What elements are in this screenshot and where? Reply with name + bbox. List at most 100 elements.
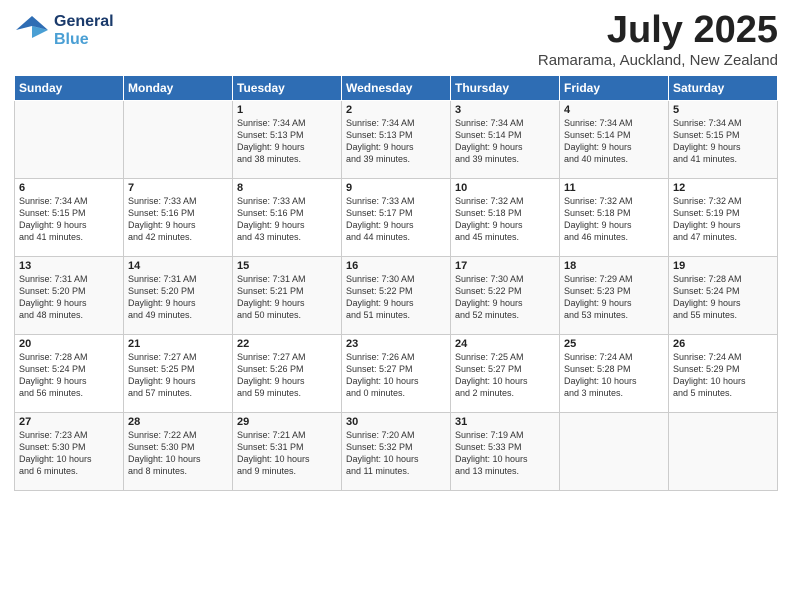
calendar-cell: 19Sunrise: 7:28 AM Sunset: 5:24 PM Dayli… [669, 256, 778, 334]
cell-info: Sunrise: 7:24 AM Sunset: 5:29 PM Dayligh… [673, 351, 773, 400]
calendar-cell: 11Sunrise: 7:32 AM Sunset: 5:18 PM Dayli… [560, 178, 669, 256]
calendar-cell: 6Sunrise: 7:34 AM Sunset: 5:15 PM Daylig… [15, 178, 124, 256]
cell-info: Sunrise: 7:31 AM Sunset: 5:20 PM Dayligh… [19, 273, 119, 322]
day-number: 16 [346, 260, 446, 272]
cell-info: Sunrise: 7:33 AM Sunset: 5:17 PM Dayligh… [346, 195, 446, 244]
cell-info: Sunrise: 7:34 AM Sunset: 5:15 PM Dayligh… [673, 117, 773, 166]
calendar-cell [560, 412, 669, 490]
calendar-cell: 29Sunrise: 7:21 AM Sunset: 5:31 PM Dayli… [233, 412, 342, 490]
day-header-monday: Monday [124, 75, 233, 100]
day-number: 7 [128, 182, 228, 194]
calendar-cell: 8Sunrise: 7:33 AM Sunset: 5:16 PM Daylig… [233, 178, 342, 256]
calendar-cell: 5Sunrise: 7:34 AM Sunset: 5:15 PM Daylig… [669, 100, 778, 178]
day-number: 20 [19, 338, 119, 350]
calendar-cell [124, 100, 233, 178]
calendar-cell [15, 100, 124, 178]
day-number: 1 [237, 104, 337, 116]
day-number: 25 [564, 338, 664, 350]
calendar-cell: 16Sunrise: 7:30 AM Sunset: 5:22 PM Dayli… [342, 256, 451, 334]
cell-info: Sunrise: 7:25 AM Sunset: 5:27 PM Dayligh… [455, 351, 555, 400]
calendar-cell: 27Sunrise: 7:23 AM Sunset: 5:30 PM Dayli… [15, 412, 124, 490]
cell-info: Sunrise: 7:34 AM Sunset: 5:14 PM Dayligh… [564, 117, 664, 166]
day-number: 13 [19, 260, 119, 272]
calendar-week-row: 6Sunrise: 7:34 AM Sunset: 5:15 PM Daylig… [15, 178, 778, 256]
day-header-saturday: Saturday [669, 75, 778, 100]
day-number: 4 [564, 104, 664, 116]
day-number: 11 [564, 182, 664, 194]
day-number: 17 [455, 260, 555, 272]
day-number: 14 [128, 260, 228, 272]
day-number: 27 [19, 416, 119, 428]
day-number: 15 [237, 260, 337, 272]
calendar-cell: 10Sunrise: 7:32 AM Sunset: 5:18 PM Dayli… [451, 178, 560, 256]
logo: General Blue [14, 10, 114, 52]
day-number: 10 [455, 182, 555, 194]
calendar-cell: 30Sunrise: 7:20 AM Sunset: 5:32 PM Dayli… [342, 412, 451, 490]
cell-info: Sunrise: 7:28 AM Sunset: 5:24 PM Dayligh… [673, 273, 773, 322]
title-block: July 2025 Ramarama, Auckland, New Zealan… [538, 10, 778, 69]
calendar-cell: 3Sunrise: 7:34 AM Sunset: 5:14 PM Daylig… [451, 100, 560, 178]
calendar-cell: 12Sunrise: 7:32 AM Sunset: 5:19 PM Dayli… [669, 178, 778, 256]
calendar-cell: 15Sunrise: 7:31 AM Sunset: 5:21 PM Dayli… [233, 256, 342, 334]
cell-info: Sunrise: 7:23 AM Sunset: 5:30 PM Dayligh… [19, 429, 119, 478]
calendar-cell: 25Sunrise: 7:24 AM Sunset: 5:28 PM Dayli… [560, 334, 669, 412]
cell-info: Sunrise: 7:34 AM Sunset: 5:15 PM Dayligh… [19, 195, 119, 244]
day-header-thursday: Thursday [451, 75, 560, 100]
cell-info: Sunrise: 7:19 AM Sunset: 5:33 PM Dayligh… [455, 429, 555, 478]
logo-text-general: General [54, 13, 114, 31]
cell-info: Sunrise: 7:34 AM Sunset: 5:13 PM Dayligh… [346, 117, 446, 166]
calendar-week-row: 13Sunrise: 7:31 AM Sunset: 5:20 PM Dayli… [15, 256, 778, 334]
calendar-cell: 14Sunrise: 7:31 AM Sunset: 5:20 PM Dayli… [124, 256, 233, 334]
calendar-header-row: SundayMondayTuesdayWednesdayThursdayFrid… [15, 75, 778, 100]
calendar-cell: 13Sunrise: 7:31 AM Sunset: 5:20 PM Dayli… [15, 256, 124, 334]
calendar-cell: 21Sunrise: 7:27 AM Sunset: 5:25 PM Dayli… [124, 334, 233, 412]
calendar-cell: 9Sunrise: 7:33 AM Sunset: 5:17 PM Daylig… [342, 178, 451, 256]
day-number: 23 [346, 338, 446, 350]
calendar-cell: 4Sunrise: 7:34 AM Sunset: 5:14 PM Daylig… [560, 100, 669, 178]
cell-info: Sunrise: 7:33 AM Sunset: 5:16 PM Dayligh… [237, 195, 337, 244]
cell-info: Sunrise: 7:24 AM Sunset: 5:28 PM Dayligh… [564, 351, 664, 400]
month-title: July 2025 [538, 10, 778, 52]
day-number: 24 [455, 338, 555, 350]
day-header-sunday: Sunday [15, 75, 124, 100]
logo-text-blue: Blue [54, 31, 114, 49]
day-number: 31 [455, 416, 555, 428]
calendar-cell: 26Sunrise: 7:24 AM Sunset: 5:29 PM Dayli… [669, 334, 778, 412]
calendar-cell [669, 412, 778, 490]
day-header-wednesday: Wednesday [342, 75, 451, 100]
cell-info: Sunrise: 7:33 AM Sunset: 5:16 PM Dayligh… [128, 195, 228, 244]
cell-info: Sunrise: 7:30 AM Sunset: 5:22 PM Dayligh… [346, 273, 446, 322]
day-number: 3 [455, 104, 555, 116]
page-container: General Blue July 2025 Ramarama, Aucklan… [0, 0, 792, 612]
day-number: 9 [346, 182, 446, 194]
cell-info: Sunrise: 7:27 AM Sunset: 5:26 PM Dayligh… [237, 351, 337, 400]
cell-info: Sunrise: 7:32 AM Sunset: 5:18 PM Dayligh… [564, 195, 664, 244]
cell-info: Sunrise: 7:22 AM Sunset: 5:30 PM Dayligh… [128, 429, 228, 478]
day-number: 8 [237, 182, 337, 194]
day-number: 21 [128, 338, 228, 350]
cell-info: Sunrise: 7:34 AM Sunset: 5:14 PM Dayligh… [455, 117, 555, 166]
calendar-week-row: 1Sunrise: 7:34 AM Sunset: 5:13 PM Daylig… [15, 100, 778, 178]
calendar-cell: 18Sunrise: 7:29 AM Sunset: 5:23 PM Dayli… [560, 256, 669, 334]
cell-info: Sunrise: 7:20 AM Sunset: 5:32 PM Dayligh… [346, 429, 446, 478]
cell-info: Sunrise: 7:30 AM Sunset: 5:22 PM Dayligh… [455, 273, 555, 322]
day-number: 26 [673, 338, 773, 350]
calendar-week-row: 27Sunrise: 7:23 AM Sunset: 5:30 PM Dayli… [15, 412, 778, 490]
day-number: 12 [673, 182, 773, 194]
cell-info: Sunrise: 7:29 AM Sunset: 5:23 PM Dayligh… [564, 273, 664, 322]
cell-info: Sunrise: 7:28 AM Sunset: 5:24 PM Dayligh… [19, 351, 119, 400]
day-number: 5 [673, 104, 773, 116]
calendar-cell: 17Sunrise: 7:30 AM Sunset: 5:22 PM Dayli… [451, 256, 560, 334]
calendar-cell: 2Sunrise: 7:34 AM Sunset: 5:13 PM Daylig… [342, 100, 451, 178]
calendar-week-row: 20Sunrise: 7:28 AM Sunset: 5:24 PM Dayli… [15, 334, 778, 412]
day-header-tuesday: Tuesday [233, 75, 342, 100]
day-number: 18 [564, 260, 664, 272]
calendar-cell: 28Sunrise: 7:22 AM Sunset: 5:30 PM Dayli… [124, 412, 233, 490]
cell-info: Sunrise: 7:31 AM Sunset: 5:20 PM Dayligh… [128, 273, 228, 322]
calendar-cell: 22Sunrise: 7:27 AM Sunset: 5:26 PM Dayli… [233, 334, 342, 412]
calendar-cell: 31Sunrise: 7:19 AM Sunset: 5:33 PM Dayli… [451, 412, 560, 490]
day-header-friday: Friday [560, 75, 669, 100]
cell-info: Sunrise: 7:34 AM Sunset: 5:13 PM Dayligh… [237, 117, 337, 166]
cell-info: Sunrise: 7:26 AM Sunset: 5:27 PM Dayligh… [346, 351, 446, 400]
calendar-cell: 23Sunrise: 7:26 AM Sunset: 5:27 PM Dayli… [342, 334, 451, 412]
